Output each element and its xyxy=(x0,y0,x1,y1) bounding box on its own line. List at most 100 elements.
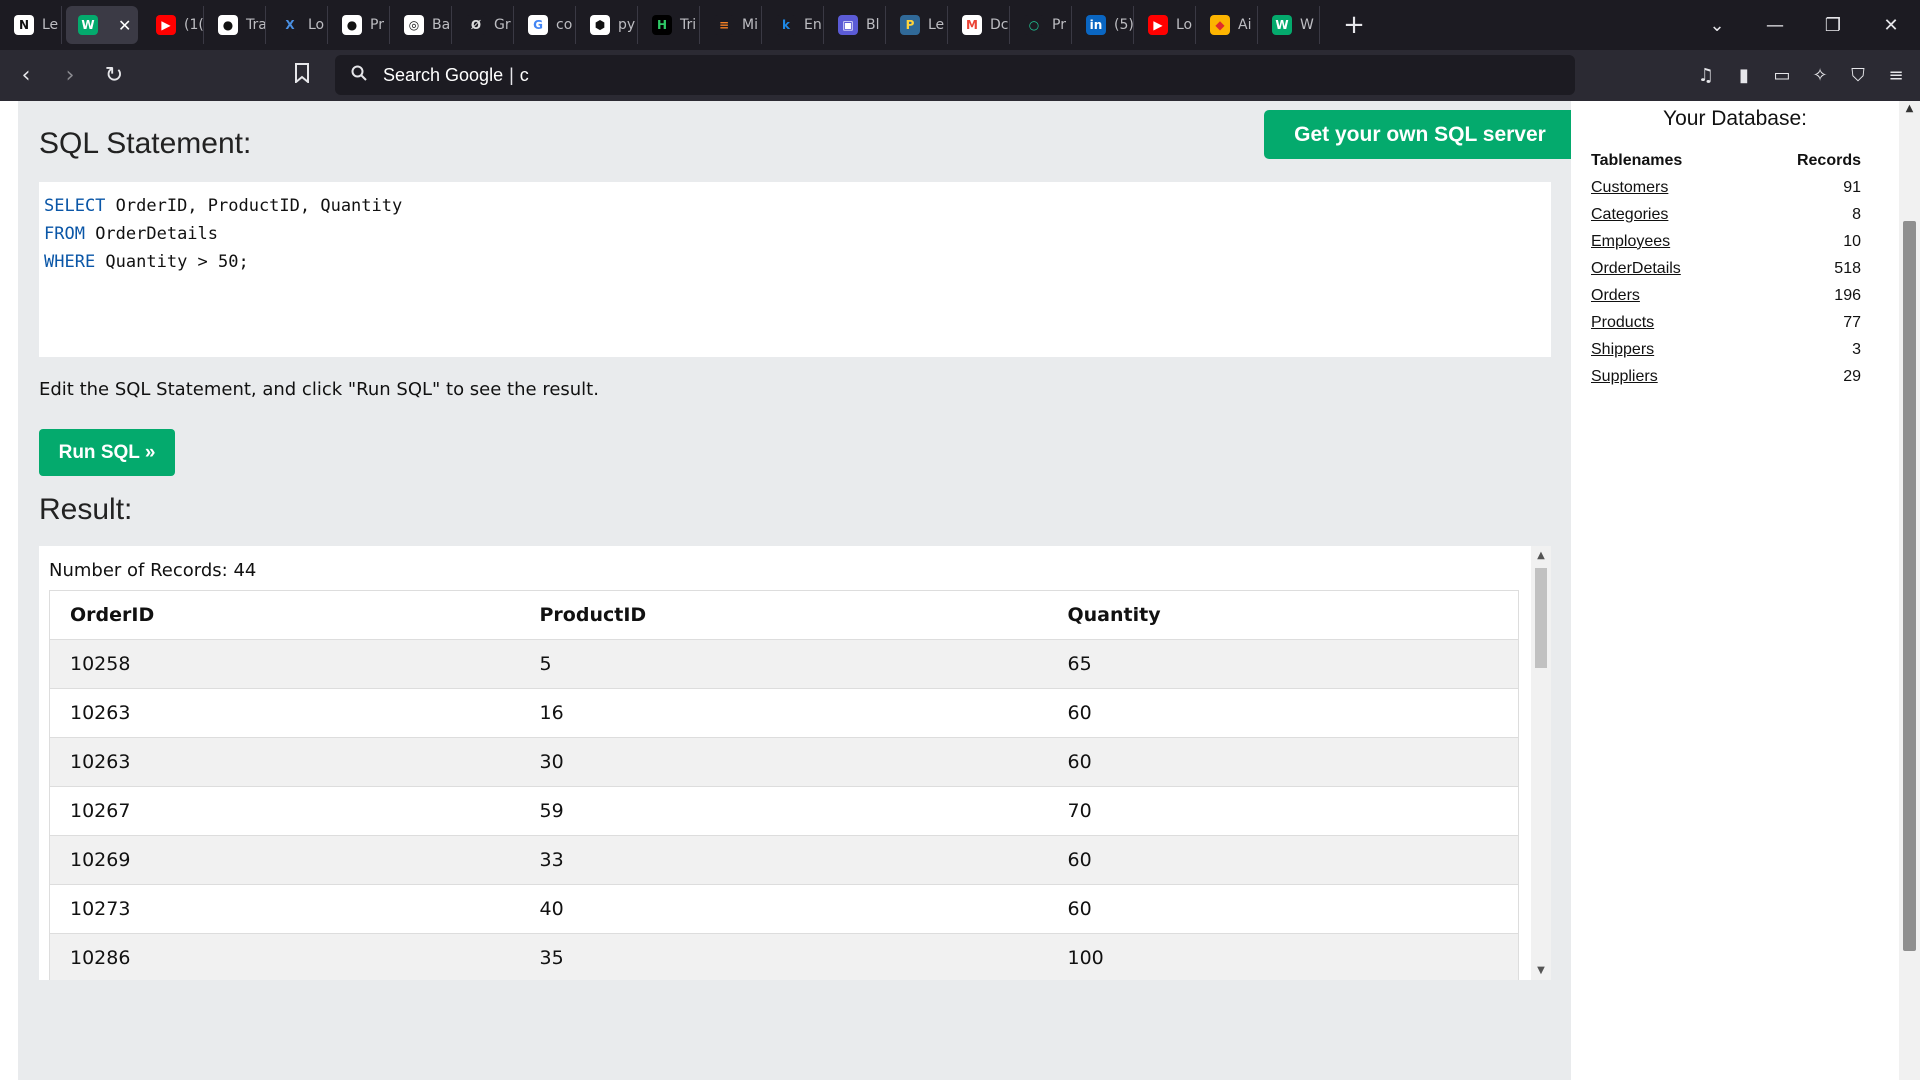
cell-productid: 40 xyxy=(519,884,1048,934)
tab-title: Pr xyxy=(1052,17,1066,33)
tab-title: W xyxy=(1300,17,1314,33)
result-title: Result: xyxy=(39,493,133,526)
browser-tab[interactable]: WW xyxy=(1258,6,1320,44)
database-table-cell: Products xyxy=(1591,309,1750,336)
restore-button[interactable]: ❐ xyxy=(1804,15,1862,36)
ai-sparkle-icon[interactable]: ✧ xyxy=(1804,58,1836,92)
sidebar-icon[interactable]: ▮ xyxy=(1728,58,1760,92)
browser-tab-bar: N Le W ✕ ▶ (1(● Tra X Lo ● Pr ◎ Ba Ø Gr Gco ⬢ py H Tri ≡ Mi k E… xyxy=(0,0,1920,50)
browser-tab[interactable]: ◎ Ba xyxy=(390,6,452,44)
run-sql-button[interactable]: Run SQL » xyxy=(39,429,175,476)
cell-quantity: 70 xyxy=(1047,786,1519,836)
browser-tab[interactable]: ⬢ py xyxy=(576,6,638,44)
browser-tab[interactable]: ≡ Mi xyxy=(700,6,762,44)
browser-tab[interactable]: M Dc xyxy=(948,6,1010,44)
get-own-sql-server-button[interactable]: Get your own SQL server xyxy=(1264,110,1576,159)
result-scrollbar[interactable]: ▲ ▼ xyxy=(1531,546,1551,980)
records-header: Records xyxy=(1796,151,1861,169)
browser-tab[interactable]: k En xyxy=(762,6,824,44)
result-panel[interactable]: Number of Records: 44 OrderID ProductID … xyxy=(39,546,1551,980)
browser-tab[interactable]: ▶ (1( xyxy=(142,6,204,44)
cell-quantity: 60 xyxy=(1047,688,1519,738)
tab-list-chevron-icon[interactable]: ⌄ xyxy=(1688,15,1746,36)
table-link-products[interactable]: Products xyxy=(1591,314,1654,331)
table-link-categories[interactable]: Categories xyxy=(1591,206,1668,223)
cell-productid: 30 xyxy=(519,737,1048,787)
menu-icon[interactable]: ≡ xyxy=(1880,58,1912,92)
tab-title: Ai xyxy=(1238,17,1252,33)
forward-button[interactable]: › xyxy=(52,58,88,94)
sql-keyword: SELECT xyxy=(44,196,106,216)
scroll-up-arrow-icon[interactable]: ▲ xyxy=(1536,550,1546,561)
browser-tab[interactable]: ▣ Bl xyxy=(824,6,886,44)
tab-strip: N Le W ✕ ▶ (1(● Tra X Lo ● Pr ◎ Ba Ø Gr Gco ⬢ py H Tri ≡ Mi k E… xyxy=(0,0,1320,50)
browser-tab[interactable]: Gco xyxy=(514,6,576,44)
record-count-cell: 518 xyxy=(1834,259,1861,277)
address-bar[interactable]: Search Google | c xyxy=(335,55,1575,95)
scroll-down-arrow-icon[interactable]: ▼ xyxy=(1536,965,1546,976)
cell-orderid: 10263 xyxy=(49,688,520,738)
page-scrollbar-thumb[interactable] xyxy=(1903,221,1916,951)
browser-tab[interactable]: ● Pr xyxy=(328,6,390,44)
window-controls: ⌄ — ❐ ✕ xyxy=(1688,0,1920,50)
database-header-row: Tablenames Records xyxy=(1591,147,1861,174)
reload-button[interactable]: ↻ xyxy=(96,58,132,94)
table-link-suppliers[interactable]: Suppliers xyxy=(1591,368,1658,385)
grok-icon: Ø xyxy=(466,15,486,35)
table-link-employees[interactable]: Employees xyxy=(1591,233,1670,250)
browser-tab[interactable]: ● Tra xyxy=(204,6,266,44)
result-table: OrderID ProductID Quantity 10258 5 65 10263… xyxy=(49,590,1519,980)
table-link-customers[interactable]: Customers xyxy=(1591,179,1668,196)
column-header-orderid: OrderID xyxy=(49,590,520,640)
media-icon[interactable]: ♫ xyxy=(1690,58,1722,92)
browser-tab[interactable]: Ø Gr xyxy=(452,6,514,44)
shield-icon[interactable]: ⛉ xyxy=(1842,58,1874,92)
table-row: 10267 59 70 xyxy=(49,786,1519,836)
main-panel: SQL Statement: Get your own SQL server S… xyxy=(39,101,1576,1080)
result-table-body: 10258 5 65 10263 16 60 10263 30 60 10267 59 70 10269… xyxy=(49,639,1519,980)
browser-tab[interactable]: H Tri xyxy=(638,6,700,44)
browser-tab[interactable]: ○ Pr xyxy=(1010,6,1072,44)
sql-text: Quantity > 50; xyxy=(95,252,249,272)
database-table-cell: Shippers xyxy=(1591,336,1750,363)
table-row: 10263 30 60 xyxy=(49,737,1519,787)
browser-tab[interactable]: ▶ Lo xyxy=(1134,6,1196,44)
tab-title: Pr xyxy=(370,17,384,33)
database-table: Tablenames Records Customers 91 Categories… xyxy=(1591,147,1861,390)
record-count-cell: 10 xyxy=(1843,232,1861,250)
tab-title: Lo xyxy=(1176,17,1193,33)
minimize-button[interactable]: — xyxy=(1746,15,1804,36)
wallet-icon[interactable]: ▭ xyxy=(1766,58,1798,92)
record-count-cell: 196 xyxy=(1834,286,1861,304)
github-icon: ● xyxy=(218,15,238,35)
close-window-button[interactable]: ✕ xyxy=(1862,15,1920,36)
table-link-orderdetails[interactable]: OrderDetails xyxy=(1591,260,1681,277)
cell-orderid: 10273 xyxy=(49,884,520,934)
browser-tab[interactable]: W ✕ xyxy=(66,6,138,44)
gmail-icon: M xyxy=(962,15,982,35)
back-button[interactable]: ‹ xyxy=(8,58,44,94)
browser-tab[interactable]: X Lo xyxy=(266,6,328,44)
browser-tab[interactable]: N Le xyxy=(0,6,62,44)
browser-tab[interactable]: in (5) xyxy=(1072,6,1134,44)
table-row: 10273 40 60 xyxy=(49,884,1519,934)
scrollbar-thumb[interactable] xyxy=(1535,568,1547,668)
hackerrank-icon: H xyxy=(652,15,672,35)
bookmark-icon[interactable] xyxy=(294,63,310,88)
cell-orderid: 10263 xyxy=(49,737,520,787)
column-header-productid: ProductID xyxy=(519,590,1048,640)
database-table-cell: Orders xyxy=(1591,282,1750,309)
browser-tab[interactable]: ◆ Ai xyxy=(1196,6,1258,44)
edit-hint-text: Edit the SQL Statement, and click "Run S… xyxy=(39,379,599,400)
browser-tab[interactable]: P Le xyxy=(886,6,948,44)
sql-editor[interactable]: SELECT OrderID, ProductID, Quantity FROM… xyxy=(39,182,1551,357)
close-tab-icon[interactable]: ✕ xyxy=(118,16,131,35)
page-scrollbar[interactable]: ▲ xyxy=(1899,101,1920,1080)
table-link-orders[interactable]: Orders xyxy=(1591,287,1640,304)
new-tab-button[interactable]: + xyxy=(1334,10,1374,40)
database-sidebar: Your Database: Tablenames Records Custom… xyxy=(1571,101,1899,1080)
table-link-shippers[interactable]: Shippers xyxy=(1591,341,1654,358)
tab-title: Gr xyxy=(494,17,511,33)
cell-productid: 33 xyxy=(519,835,1048,885)
page-scroll-up-icon[interactable]: ▲ xyxy=(1899,103,1920,114)
